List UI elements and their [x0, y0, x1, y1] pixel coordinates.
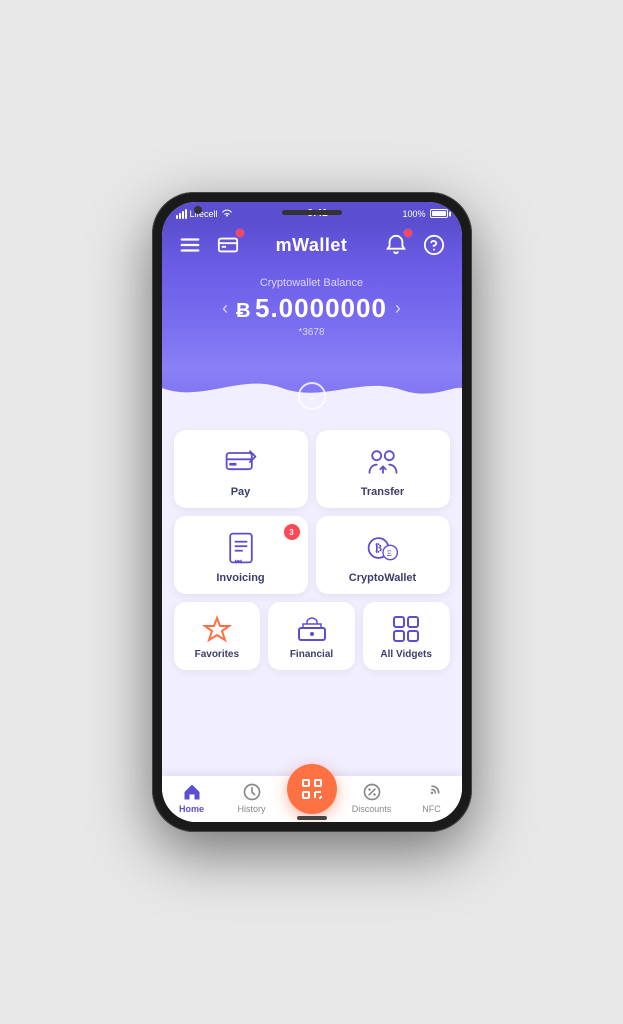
bell-icon: [385, 234, 407, 256]
phone-speaker: [282, 210, 342, 215]
allwidgets-label: All Vidgets: [380, 649, 432, 660]
header-left: [176, 231, 242, 259]
tab-scan[interactable]: [286, 782, 338, 814]
tab-home[interactable]: Home: [166, 782, 218, 814]
status-right: 100%: [402, 209, 447, 219]
signal-bars: [176, 209, 187, 219]
tab-nfc-label: NFC: [422, 804, 441, 814]
grid-row-2: 3 Invoicing ₿ Ξ: [174, 516, 450, 594]
favorites-card[interactable]: Favorites: [174, 602, 261, 670]
transfer-label: Transfer: [361, 486, 404, 498]
card-button[interactable]: [214, 231, 242, 259]
svg-text:₿: ₿: [374, 543, 381, 555]
main-content: Pay Transfer 3: [162, 418, 462, 776]
home-tab-icon: [182, 782, 202, 802]
battery-label: 100%: [402, 209, 425, 219]
history-tab-icon: [242, 782, 262, 802]
invoicing-badge: 3: [284, 524, 300, 540]
balance-label: Cryptowallet Balance: [182, 277, 442, 289]
discounts-tab-icon: [362, 782, 382, 802]
invoicing-card[interactable]: 3 Invoicing: [174, 516, 308, 594]
bell-badge: [403, 228, 413, 238]
balance-next-button[interactable]: ›: [395, 298, 401, 319]
status-left: Lifecell: [176, 209, 233, 219]
account-number: *3678: [182, 327, 442, 338]
card-badge: [235, 228, 245, 238]
allwidgets-card[interactable]: All Vidgets: [363, 602, 450, 670]
tab-discounts[interactable]: Discounts: [346, 782, 398, 814]
cryptowallet-card[interactable]: ₿ Ξ CryptoWallet: [316, 516, 450, 594]
phone-home-button: [297, 816, 327, 820]
pay-card[interactable]: Pay: [174, 430, 308, 508]
pay-icon: [223, 444, 259, 480]
header-right: [382, 231, 448, 259]
menu-icon: [179, 234, 201, 256]
financial-label: Financial: [290, 649, 333, 660]
balance-section: Cryptowallet Balance ‹ Ƀ 5.0000000 › *36…: [162, 267, 462, 368]
tab-history[interactable]: History: [226, 782, 278, 814]
expand-button[interactable]: ⌄: [298, 382, 326, 410]
currency-symbol: Ƀ: [236, 300, 250, 322]
cryptowallet-label: CryptoWallet: [349, 572, 416, 584]
grid-row-3: Favorites Financial: [174, 602, 450, 670]
transfer-card[interactable]: Transfer: [316, 430, 450, 508]
balance-amount-container: Ƀ 5.0000000: [236, 293, 387, 324]
cryptowallet-icon: ₿ Ξ: [365, 530, 401, 566]
card-icon: [217, 234, 239, 256]
tab-nfc[interactable]: NFC: [406, 782, 458, 814]
invoicing-icon: [223, 530, 259, 566]
wave-container: ⌄: [162, 368, 462, 418]
svg-text:Ξ: Ξ: [386, 549, 391, 558]
allwidgets-icon: [391, 614, 421, 644]
favorites-label: Favorites: [195, 649, 239, 660]
help-icon: [423, 234, 445, 256]
invoicing-label: Invoicing: [216, 572, 264, 584]
balance-row: ‹ Ƀ 5.0000000 ›: [182, 293, 442, 324]
transfer-icon: [365, 444, 401, 480]
favorites-icon: [202, 614, 232, 644]
app-header: mWallet: [162, 223, 462, 267]
phone-frame: Lifecell 9:41 100%: [152, 192, 472, 832]
scan-button[interactable]: [287, 764, 337, 814]
phone-screen: Lifecell 9:41 100%: [162, 202, 462, 822]
pay-label: Pay: [231, 486, 251, 498]
app-title: mWallet: [276, 235, 348, 256]
bell-button[interactable]: [382, 231, 410, 259]
tab-home-label: Home: [179, 804, 204, 814]
tab-history-label: History: [237, 804, 265, 814]
tab-discounts-label: Discounts: [352, 804, 392, 814]
financial-card[interactable]: Financial: [268, 602, 355, 670]
financial-icon: [297, 614, 327, 644]
battery-icon: [430, 209, 448, 218]
scan-icon: [300, 777, 324, 801]
help-button[interactable]: [420, 231, 448, 259]
phone-camera: [194, 206, 202, 214]
wifi-icon: [221, 209, 233, 218]
nfc-tab-icon: [422, 782, 442, 802]
balance-prev-button[interactable]: ‹: [222, 298, 228, 319]
menu-button[interactable]: [176, 231, 204, 259]
balance-amount: 5.0000000: [255, 293, 387, 323]
grid-row-1: Pay Transfer: [174, 430, 450, 508]
